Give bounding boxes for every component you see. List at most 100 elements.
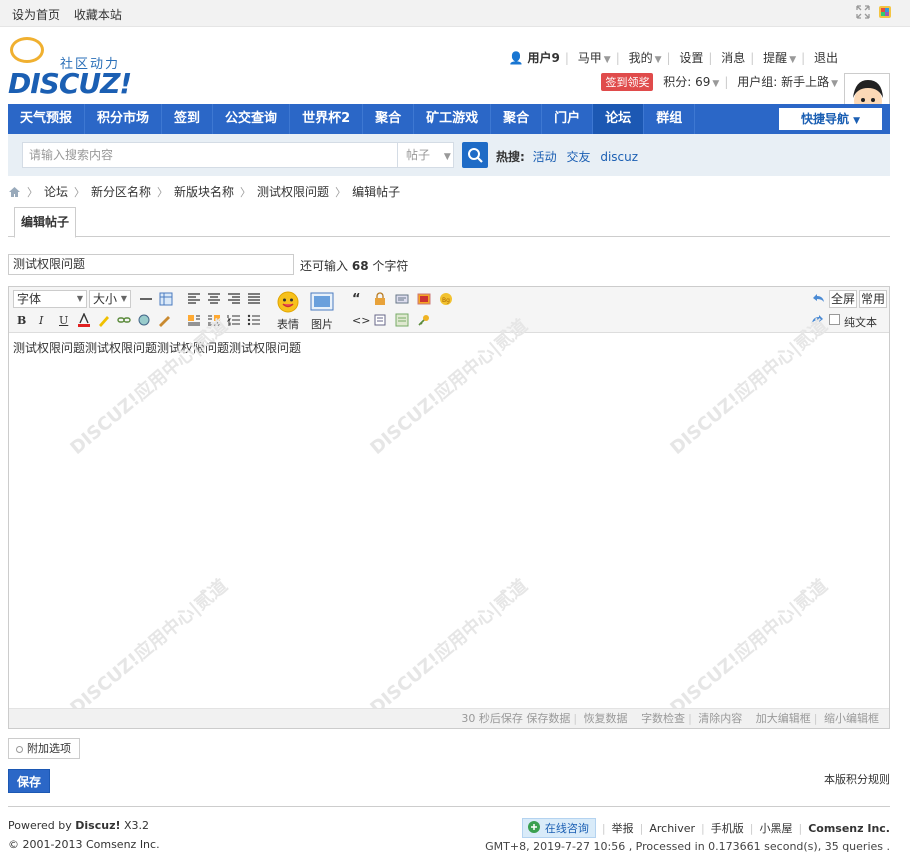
blacklist-link[interactable]: 小黑屋 xyxy=(759,820,792,836)
watermark: DISCUZ!应用中心|贰道 xyxy=(366,575,532,719)
plaintext-checkbox[interactable] xyxy=(829,314,840,325)
save-data-link[interactable]: 保存数据 xyxy=(526,712,570,725)
underline-icon[interactable]: U xyxy=(59,314,68,327)
nav-item-bus[interactable]: 公交查询 xyxy=(213,104,291,134)
username-link[interactable]: 用户9 xyxy=(528,51,560,65)
hidden-content-icon[interactable] xyxy=(395,313,409,327)
restore-data-link[interactable]: 恢复数据 xyxy=(584,712,628,725)
breadcrumb-item[interactable]: 论坛 xyxy=(44,183,68,200)
font-select[interactable]: 字体 ▼ xyxy=(13,290,87,308)
shrink-editor-link[interactable]: 缩小编辑框 xyxy=(824,712,879,725)
nav-item-worldcup[interactable]: 世界杯2 xyxy=(290,104,364,134)
sign-badge[interactable]: 签到领奖 xyxy=(601,73,654,91)
undo-icon[interactable] xyxy=(811,292,825,306)
background-color-icon[interactable] xyxy=(97,313,111,327)
redo-icon[interactable] xyxy=(811,313,825,327)
mobile-link[interactable]: 手机版 xyxy=(711,820,744,836)
site-logo[interactable]: 社区动力 DISCUZ! xyxy=(8,37,138,100)
search-input[interactable]: 请输入搜索内容 xyxy=(22,142,398,168)
quick-nav-button[interactable]: 快捷导航 ▼ xyxy=(779,108,882,130)
italic-icon[interactable]: I xyxy=(39,314,43,327)
breadcrumb-item[interactable]: 新版块名称 xyxy=(174,183,234,200)
search-button[interactable] xyxy=(462,142,488,168)
quick-nav-label: 快捷导航 xyxy=(800,112,849,126)
image-button[interactable]: 图片 xyxy=(309,291,335,332)
status-menu[interactable]: 马甲 xyxy=(578,51,602,65)
float-left-icon[interactable] xyxy=(187,313,201,327)
lock-icon[interactable] xyxy=(373,292,387,306)
emoticon-button[interactable]: 表情 xyxy=(275,291,301,332)
align-right-icon[interactable] xyxy=(227,292,241,306)
free-content-icon[interactable] xyxy=(373,313,387,327)
nav-item-weather[interactable]: 天气预报 xyxy=(8,104,86,134)
font-color-icon[interactable] xyxy=(77,313,91,327)
link-icon[interactable] xyxy=(117,313,131,327)
common-button[interactable]: 常用 xyxy=(859,290,887,308)
align-left-icon[interactable] xyxy=(187,292,201,306)
editor-content[interactable]: 测试权限问题测试权限问题测试权限问题测试权限问题 DISCUZ!应用中心|贰道 … xyxy=(9,315,889,719)
clear-content-link[interactable]: 清除内容 xyxy=(698,712,742,725)
align-center-icon[interactable] xyxy=(207,292,221,306)
watermark: DISCUZ!应用中心|贰道 xyxy=(666,575,832,719)
chevron-down-icon: ▼ xyxy=(120,294,127,303)
extra-options-button[interactable]: 附加选项 xyxy=(8,738,80,759)
archiver-link[interactable]: Archiver xyxy=(649,822,695,835)
key-icon[interactable] xyxy=(417,313,431,327)
nav-item-aggregate[interactable]: 聚合 xyxy=(363,104,415,134)
nav-item-aggregate-2[interactable]: 聚合 xyxy=(491,104,543,134)
points-rules-link[interactable]: 本版积分规则 xyxy=(824,771,890,787)
set-home-link[interactable]: 设为首页 xyxy=(12,8,60,22)
hot-keyword-link[interactable]: 活动 xyxy=(533,150,557,164)
table-icon[interactable] xyxy=(159,292,173,306)
breadcrumb-item[interactable]: 测试权限问题 xyxy=(257,183,329,200)
company-link[interactable]: Comsenz Inc. xyxy=(808,822,890,835)
chevron-down-icon: ▼ xyxy=(443,152,451,162)
nav-item-forum[interactable]: 论坛 xyxy=(593,104,645,134)
unordered-list-icon[interactable] xyxy=(247,313,261,327)
online-consult-button[interactable]: 在线咨询 xyxy=(521,818,596,838)
attachment-icon[interactable] xyxy=(395,292,409,306)
mine-menu[interactable]: 我的 xyxy=(629,51,653,65)
bold-icon[interactable]: B xyxy=(17,314,26,327)
nav-item-group[interactable]: 群组 xyxy=(644,104,696,134)
fullscreen-icon[interactable] xyxy=(856,5,870,19)
justify-icon[interactable] xyxy=(247,292,261,306)
remove-format-icon[interactable] xyxy=(157,313,171,327)
nav-item-portal[interactable]: 门户 xyxy=(542,104,594,134)
search-type-select[interactable]: 帖子 ▼ xyxy=(398,142,454,168)
media-icon[interactable] xyxy=(417,292,431,306)
quote-icon[interactable]: “ xyxy=(352,292,361,307)
bookmark-link[interactable]: 收藏本站 xyxy=(74,8,122,22)
tab-edit-post[interactable]: 编辑帖子 xyxy=(14,207,76,238)
powered-brand-link[interactable]: Discuz! xyxy=(75,819,120,832)
code-icon[interactable]: <> xyxy=(352,314,370,327)
hot-keyword-link[interactable]: 交友 xyxy=(566,150,590,164)
float-right-icon[interactable] xyxy=(207,313,221,327)
size-select[interactable]: 大小 ▼ xyxy=(89,290,131,308)
autosave-text: 30 秒后保存 xyxy=(461,712,523,725)
nav-item-points-market[interactable]: 积分市场 xyxy=(85,104,163,134)
word-count-link[interactable]: 字数检查 xyxy=(641,712,685,725)
horizontal-rule-icon[interactable] xyxy=(139,292,153,306)
messages-link[interactable]: 消息 xyxy=(721,51,745,65)
points-menu[interactable]: 积分: 69 xyxy=(663,75,710,89)
fullscreen-button[interactable]: 全屏 xyxy=(829,290,857,308)
hot-keyword-link[interactable]: discuz xyxy=(600,150,638,164)
subject-input[interactable]: 测试权限问题 xyxy=(8,254,294,275)
nav-item-sign[interactable]: 签到 xyxy=(162,104,214,134)
home-icon[interactable] xyxy=(8,186,21,198)
breadcrumb-item[interactable]: 新分区名称 xyxy=(91,183,151,200)
theme-icon[interactable] xyxy=(878,5,892,19)
svg-text:Bg: Bg xyxy=(442,297,450,304)
save-button[interactable]: 保存 xyxy=(8,769,50,793)
ordered-list-icon[interactable] xyxy=(227,313,241,327)
report-link[interactable]: 举报 xyxy=(612,820,634,836)
remind-menu[interactable]: 提醒 xyxy=(763,51,787,65)
background-music-icon[interactable]: Bg xyxy=(439,292,453,306)
settings-link[interactable]: 设置 xyxy=(679,51,703,65)
logout-link[interactable]: 退出 xyxy=(814,51,838,65)
usergroup-menu[interactable]: 用户组: 新手上路 xyxy=(737,75,829,89)
enlarge-editor-link[interactable]: 加大编辑框 xyxy=(756,712,811,725)
nav-item-miner-game[interactable]: 矿工游戏 xyxy=(414,104,492,134)
unlink-icon[interactable] xyxy=(137,313,151,327)
